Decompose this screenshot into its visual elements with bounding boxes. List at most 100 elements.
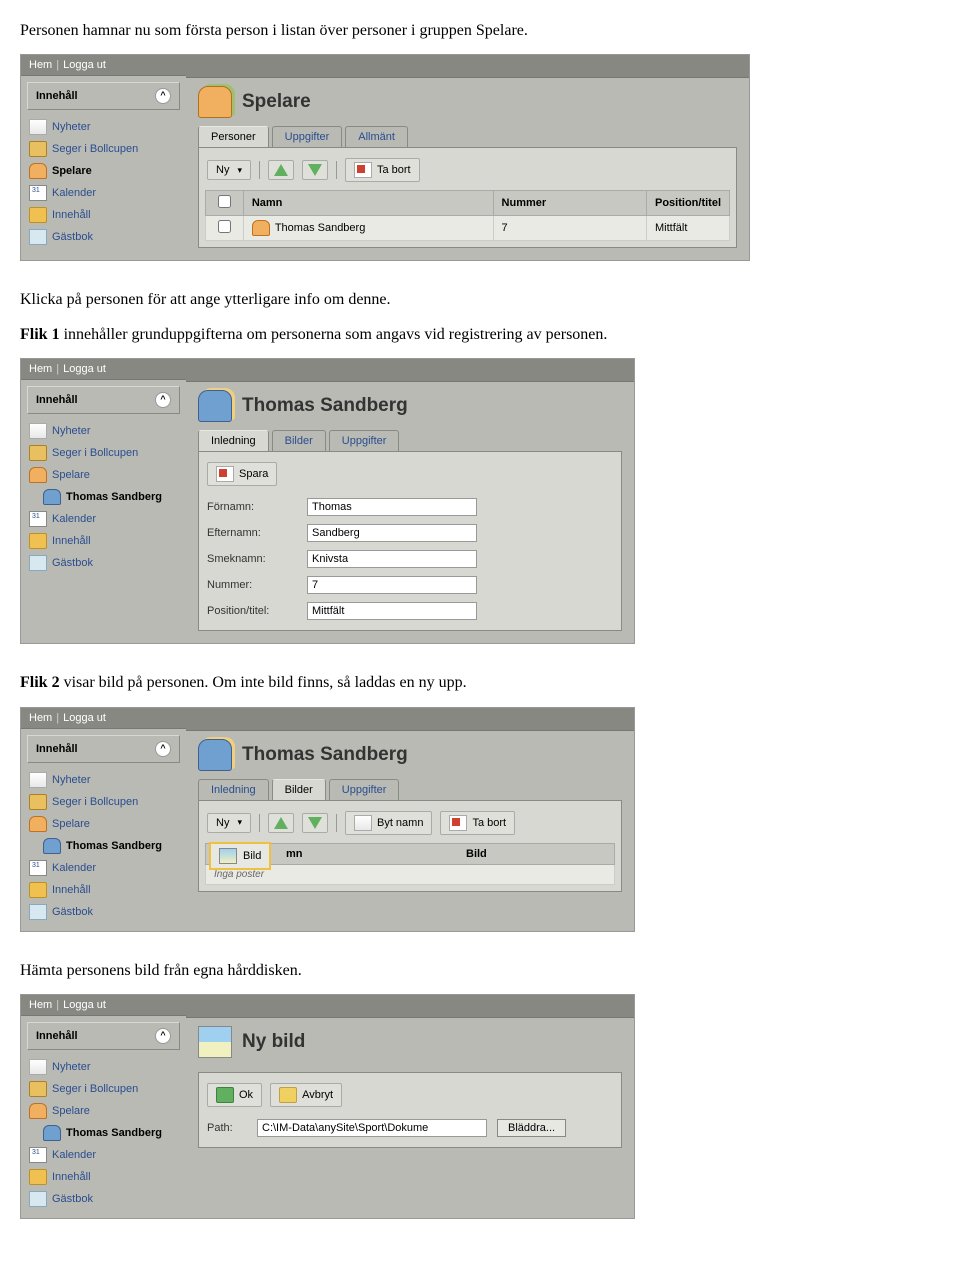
- ok-button[interactable]: Ok: [207, 1083, 262, 1107]
- sidebar-item-innehall[interactable]: Innehåll: [29, 204, 178, 226]
- col-mn: mn: [286, 848, 466, 860]
- sidebar-item-nyheter[interactable]: Nyheter: [29, 420, 178, 442]
- sidebar-item-kalender[interactable]: Kalender: [29, 857, 178, 879]
- smeknamn-label: Smeknamn:: [207, 553, 297, 565]
- rename-button[interactable]: Byt namn: [345, 811, 432, 835]
- link-hem[interactable]: Hem: [29, 999, 52, 1011]
- sidebar-item-spelare[interactable]: Spelare: [29, 464, 178, 486]
- sidebar-item-label: Nyheter: [52, 774, 91, 786]
- rename-icon: [354, 815, 372, 831]
- move-up-button[interactable]: [268, 813, 294, 833]
- sidebar-item-gastbok[interactable]: Gästbok: [29, 552, 178, 574]
- cell-nummer: 7: [493, 216, 646, 241]
- sidebar-item-nyheter[interactable]: Nyheter: [29, 1056, 178, 1078]
- new-button[interactable]: Ny: [207, 813, 251, 833]
- collapse-icon[interactable]: ^: [155, 88, 171, 104]
- arrow-up-icon: [274, 817, 288, 829]
- sidebar-item-nyheter[interactable]: Nyheter: [29, 116, 178, 138]
- col-namn[interactable]: Namn: [243, 191, 493, 216]
- row-checkbox[interactable]: [218, 220, 231, 233]
- save-button[interactable]: Spara: [207, 462, 277, 486]
- tab-bilder[interactable]: Bilder: [272, 430, 326, 451]
- fornamn-input[interactable]: [307, 498, 477, 516]
- tab-inledning[interactable]: Inledning: [198, 779, 269, 800]
- paragraph-2: Klicka på personen för att ange ytterlig…: [20, 289, 940, 311]
- delete-button[interactable]: Ta bort: [440, 811, 515, 835]
- smeknamn-input[interactable]: [307, 550, 477, 568]
- person-icon: [43, 838, 61, 854]
- sidebar-item-spelare[interactable]: Spelare: [29, 1100, 178, 1122]
- collapse-icon[interactable]: ^: [155, 1028, 171, 1044]
- tab-uppgifter[interactable]: Uppgifter: [329, 430, 400, 451]
- sidebar-item-thomas[interactable]: Thomas Sandberg: [29, 1122, 178, 1144]
- sidebar-item-label: Nyheter: [52, 121, 91, 133]
- sidebar-item-seger[interactable]: Seger i Bollcupen: [29, 442, 178, 464]
- sidebar-header[interactable]: Innehåll ^: [27, 82, 180, 110]
- position-input[interactable]: [307, 602, 477, 620]
- sidebar-item-nyheter[interactable]: Nyheter: [29, 769, 178, 791]
- nummer-input[interactable]: [307, 576, 477, 594]
- tab-inledning[interactable]: Inledning: [198, 430, 269, 451]
- link-loggaut[interactable]: Logga ut: [63, 999, 106, 1011]
- tab-allmant[interactable]: Allmänt: [345, 126, 408, 147]
- col-nummer[interactable]: Nummer: [493, 191, 646, 216]
- delete-button[interactable]: Ta bort: [345, 158, 420, 182]
- link-loggaut[interactable]: Logga ut: [63, 712, 106, 724]
- image-icon: [198, 1026, 232, 1058]
- topbar: Hem|Logga ut: [21, 55, 186, 76]
- tab-personer[interactable]: Personer: [198, 126, 269, 147]
- sidebar-item-innehall[interactable]: Innehåll: [29, 879, 178, 901]
- move-up-button[interactable]: [268, 160, 294, 180]
- cancel-button[interactable]: Avbryt: [270, 1083, 342, 1107]
- book-icon: [29, 904, 47, 920]
- calendar-icon: [29, 511, 47, 527]
- sidebar-item-kalender[interactable]: Kalender: [29, 508, 178, 530]
- cell-namn: Thomas Sandberg: [275, 222, 366, 234]
- sidebar-item-gastbok[interactable]: Gästbok: [29, 226, 178, 248]
- sidebar-item-gastbok[interactable]: Gästbok: [29, 901, 178, 923]
- sidebar-item-seger[interactable]: Seger i Bollcupen: [29, 138, 178, 160]
- sidebar-item-kalender[interactable]: Kalender: [29, 182, 178, 204]
- link-hem[interactable]: Hem: [29, 712, 52, 724]
- person-icon: [198, 390, 232, 422]
- tab-bilder[interactable]: Bilder: [272, 779, 326, 800]
- sidebar-header[interactable]: Innehåll^: [27, 1022, 180, 1050]
- tab-uppgifter[interactable]: Uppgifter: [272, 126, 343, 147]
- select-all-checkbox[interactable]: [218, 195, 231, 208]
- sidebar-item-seger[interactable]: Seger i Bollcupen: [29, 791, 178, 813]
- sidebar-item-label: Kalender: [52, 862, 96, 874]
- sidebar-item-spelare[interactable]: Spelare: [29, 813, 178, 835]
- sidebar-header[interactable]: Innehåll^: [27, 735, 180, 763]
- fornamn-label: Förnamn:: [207, 501, 297, 513]
- sidebar-item-innehall[interactable]: Innehåll: [29, 530, 178, 552]
- sidebar-item-seger[interactable]: Seger i Bollcupen: [29, 1078, 178, 1100]
- sidebar-header[interactable]: Innehåll^: [27, 386, 180, 414]
- bild-button-selected[interactable]: Bild: [209, 842, 271, 870]
- sidebar-item-thomas[interactable]: Thomas Sandberg: [29, 486, 178, 508]
- col-position[interactable]: Position/titel: [647, 191, 730, 216]
- link-hem[interactable]: Hem: [29, 59, 52, 71]
- sidebar-item-thomas[interactable]: Thomas Sandberg: [29, 835, 178, 857]
- sidebar-item-gastbok[interactable]: Gästbok: [29, 1188, 178, 1210]
- efternamn-input[interactable]: [307, 524, 477, 542]
- tab-uppgifter[interactable]: Uppgifter: [329, 779, 400, 800]
- link-hem[interactable]: Hem: [29, 363, 52, 375]
- button-label: Ok: [239, 1089, 253, 1101]
- collapse-icon[interactable]: ^: [155, 741, 171, 757]
- folder-icon: [29, 207, 47, 223]
- sidebar-item-innehall[interactable]: Innehåll: [29, 1166, 178, 1188]
- table-row[interactable]: Thomas Sandberg 7 Mittfält: [206, 216, 730, 241]
- collapse-icon[interactable]: ^: [155, 392, 171, 408]
- link-loggaut[interactable]: Logga ut: [63, 363, 106, 375]
- sidebar-item-kalender[interactable]: Kalender: [29, 1144, 178, 1166]
- path-input[interactable]: [257, 1119, 487, 1137]
- link-loggaut[interactable]: Logga ut: [63, 59, 106, 71]
- browse-button[interactable]: Bläddra...: [497, 1119, 566, 1137]
- new-button[interactable]: Ny: [207, 160, 251, 180]
- sidebar: Hem|Logga ut Innehåll^ Nyheter Seger i B…: [21, 995, 186, 1218]
- screenshot-3: Hem|Logga ut Innehåll^ Nyheter Seger i B…: [20, 707, 635, 932]
- move-down-button[interactable]: [302, 160, 328, 180]
- sidebar-item-spelare[interactable]: Spelare: [29, 160, 178, 182]
- move-down-button[interactable]: [302, 813, 328, 833]
- calendar-icon: [29, 185, 47, 201]
